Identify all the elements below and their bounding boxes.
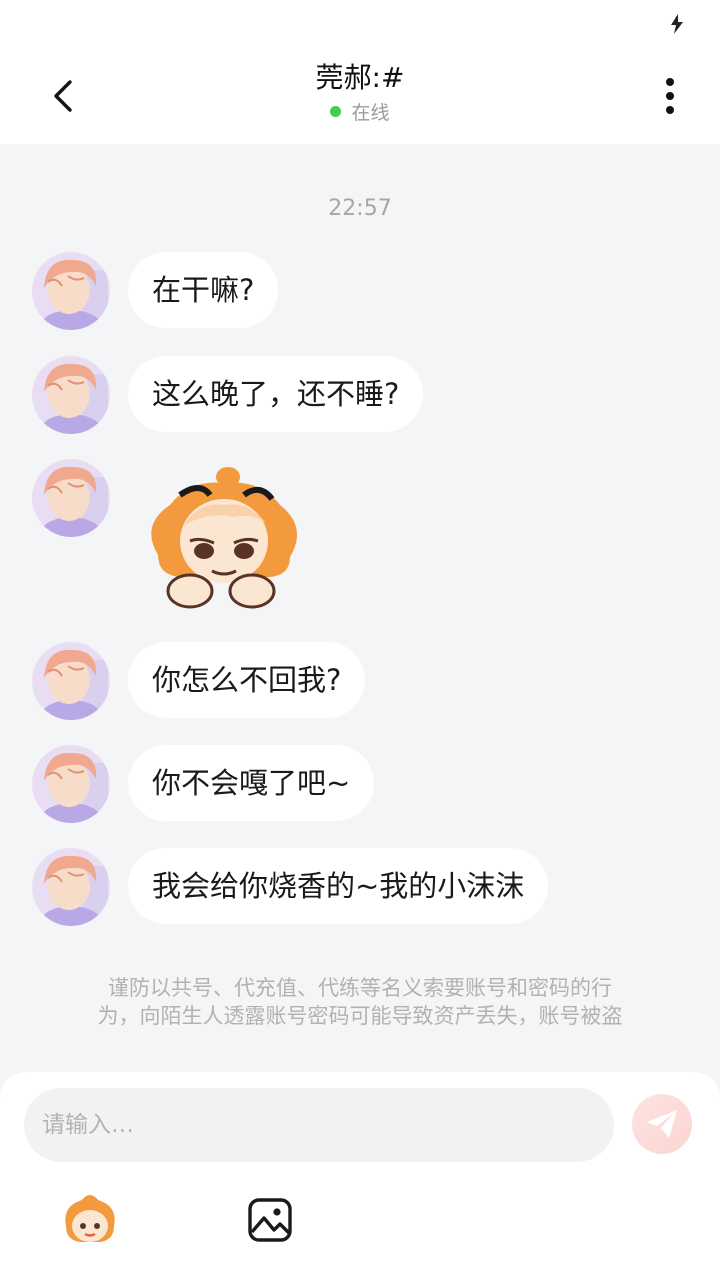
message-row: 我会给你烧香的~我的小沫沫 xyxy=(32,848,549,926)
chat-header: 莞郝:# 在线 xyxy=(0,48,720,144)
sulking-cartoon-girl-sticker[interactable] xyxy=(140,465,308,611)
contact-avatar[interactable] xyxy=(32,642,110,720)
emoji-sticker-icon xyxy=(65,1195,115,1242)
title-block: 莞郝:# 在线 xyxy=(0,60,720,125)
contact-avatar[interactable] xyxy=(32,459,110,537)
message-composer xyxy=(0,1072,720,1280)
message-row: 在干嘛? xyxy=(32,252,279,330)
message-input[interactable] xyxy=(24,1088,614,1162)
image-picker-icon xyxy=(248,1198,292,1242)
message-bubble[interactable]: 你怎么不回我? xyxy=(128,642,366,718)
status-bar xyxy=(0,0,720,48)
contact-avatar[interactable] xyxy=(32,745,110,823)
contact-avatar[interactable] xyxy=(32,356,110,434)
security-notice: 谨防以共号、代充值、代练等名义索要账号和密码的行 为，向陌生人透露账号密码可能导… xyxy=(56,974,664,1030)
message-bubble[interactable]: 这么晚了，还不睡? xyxy=(128,356,424,432)
contact-avatar[interactable] xyxy=(32,848,110,926)
more-options-button[interactable] xyxy=(646,70,694,122)
contact-avatar[interactable] xyxy=(32,252,110,330)
message-row: 你不会嘎了吧~ xyxy=(32,745,375,823)
presence-status: 在线 xyxy=(0,98,720,125)
message-bubble[interactable]: 你不会嘎了吧~ xyxy=(128,745,375,821)
emoji-button[interactable] xyxy=(60,1190,120,1246)
image-button[interactable] xyxy=(246,1196,294,1244)
send-button[interactable] xyxy=(632,1094,692,1154)
more-vertical-icon xyxy=(666,78,674,114)
message-bubble[interactable]: 我会给你烧香的~我的小沫沫 xyxy=(128,848,549,924)
notice-line-2: 为，向陌生人透露账号密码可能导致资产丢失，账号被盗 xyxy=(97,1004,623,1028)
notice-line-1: 谨防以共号、代充值、代练等名义索要账号和密码的行 xyxy=(108,976,612,1000)
message-bubble[interactable]: 在干嘛? xyxy=(128,252,279,328)
send-paper-plane-icon xyxy=(647,1110,677,1138)
chat-title: 莞郝:# xyxy=(315,61,405,94)
online-dot-icon xyxy=(330,106,342,117)
charging-bolt-icon xyxy=(671,14,683,34)
message-row: 这么晚了，还不睡? xyxy=(32,356,424,434)
message-timestamp: 22:57 xyxy=(328,196,392,221)
message-row xyxy=(32,459,308,611)
message-row: 你怎么不回我? xyxy=(32,642,366,720)
presence-label: 在线 xyxy=(351,102,390,124)
